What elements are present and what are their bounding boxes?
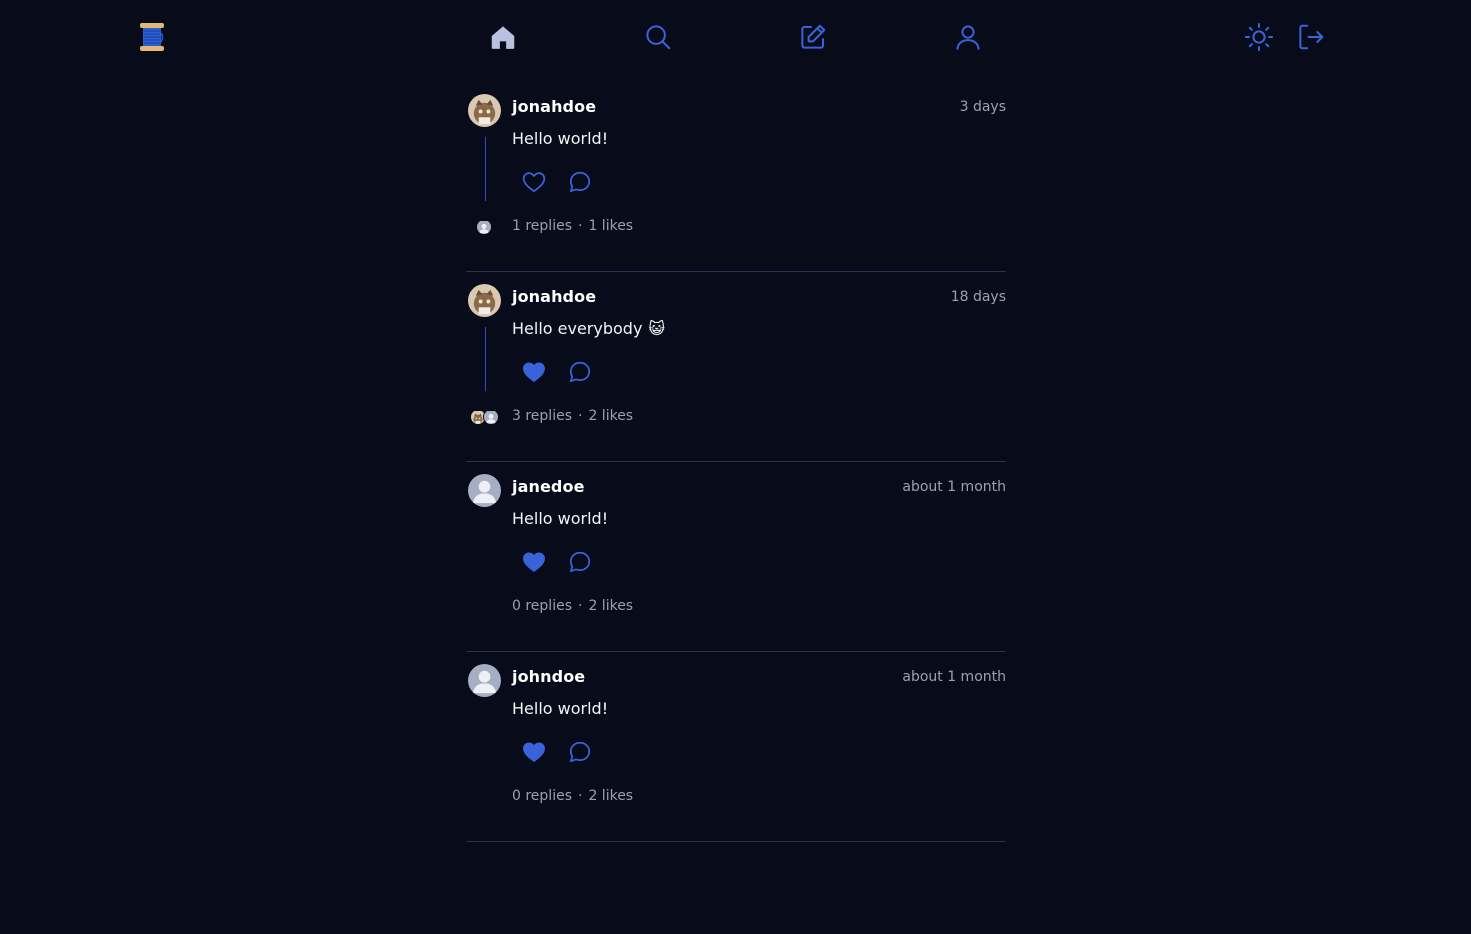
heart-filled-icon <box>523 552 545 572</box>
thread-spool-logo-icon[interactable] <box>139 21 165 53</box>
post-actions <box>521 169 593 195</box>
post-item[interactable]: janedoe about 1 month Hello world! 0 rep… <box>466 462 1006 652</box>
default-avatar-icon <box>477 221 491 234</box>
home-icon <box>491 26 515 49</box>
post-text-content: Hello world! <box>512 699 609 718</box>
default-avatar-icon <box>468 664 501 697</box>
nav-search-button[interactable] <box>641 20 675 54</box>
likes-count[interactable]: 2 likes <box>588 788 633 804</box>
cat-avatar-icon <box>468 94 501 127</box>
likes-count[interactable]: 1 likes <box>588 218 633 234</box>
default-avatar-icon <box>484 411 498 424</box>
avatar[interactable] <box>468 284 501 317</box>
emoji: 😺 <box>648 319 666 338</box>
post-text-content: Hello world! <box>512 509 609 528</box>
post-time: 18 days <box>950 289 1006 305</box>
post-item[interactable]: jonahdoe 3 days Hello world! 1 replies ·… <box>466 82 1006 272</box>
nav-profile-button[interactable] <box>951 20 985 54</box>
post-actions <box>521 359 593 385</box>
heart-filled-icon <box>523 362 545 382</box>
post-stats: 1 replies · 1 likes <box>512 218 633 234</box>
post-text: Hello world! <box>512 699 614 718</box>
replies-count[interactable]: 3 replies <box>512 408 572 424</box>
nav-create-button[interactable] <box>796 20 830 54</box>
likes-count[interactable]: 2 likes <box>588 598 633 614</box>
comment-icon <box>569 361 591 383</box>
cat-avatar-icon <box>468 284 501 317</box>
comment-button[interactable] <box>567 549 593 575</box>
heart-outline-icon <box>522 172 546 193</box>
user-icon <box>956 25 980 50</box>
stats-separator: · <box>578 408 583 424</box>
comment-button[interactable] <box>567 169 593 195</box>
stats-separator: · <box>578 598 583 614</box>
post-text: Hello everybody 😺 <box>512 319 665 338</box>
stats-separator: · <box>578 218 583 234</box>
like-button[interactable] <box>521 359 547 385</box>
logout-button[interactable] <box>1294 20 1328 54</box>
theme-toggle-button[interactable] <box>1242 20 1276 54</box>
edit-icon <box>801 24 826 49</box>
post-text: Hello world! <box>512 129 614 148</box>
post-username[interactable]: johndoe <box>512 667 585 686</box>
post-stats: 0 replies · 2 likes <box>512 598 633 614</box>
comment-icon <box>569 551 591 573</box>
reply-avatar <box>483 409 499 425</box>
post-actions <box>521 549 593 575</box>
post-text: Hello world! <box>512 509 614 528</box>
reply-avatars <box>476 217 492 237</box>
heart-filled-icon <box>523 742 545 762</box>
post-time: 3 days <box>959 99 1006 115</box>
comment-icon <box>569 741 591 763</box>
avatar[interactable] <box>468 664 501 697</box>
replies-count[interactable]: 0 replies <box>512 598 572 614</box>
post-stats: 0 replies · 2 likes <box>512 788 633 804</box>
app-root: jonahdoe 3 days Hello world! 1 replies ·… <box>0 0 1471 934</box>
post-time: about 1 month <box>902 669 1006 685</box>
like-button[interactable] <box>521 549 547 575</box>
avatar[interactable] <box>468 474 501 507</box>
post-username[interactable]: jonahdoe <box>512 97 596 116</box>
replies-count[interactable]: 1 replies <box>512 218 572 234</box>
post-item[interactable]: johndoe about 1 month Hello world! 0 rep… <box>466 652 1006 842</box>
post-time: about 1 month <box>902 479 1006 495</box>
search-icon <box>646 25 671 50</box>
post-item[interactable]: jonahdoe 18 days Hello everybody 😺 3 rep… <box>466 272 1006 462</box>
reply-avatar <box>476 219 492 235</box>
post-username[interactable]: janedoe <box>512 477 585 496</box>
comment-button[interactable] <box>567 739 593 765</box>
thread-line <box>485 327 486 391</box>
avatar[interactable] <box>468 94 501 127</box>
logout-icon <box>1299 24 1324 50</box>
nav-home-button[interactable] <box>486 20 520 54</box>
post-text-content: Hello everybody <box>512 319 643 338</box>
post-feed: jonahdoe 3 days Hello world! 1 replies ·… <box>466 82 1006 842</box>
like-button[interactable] <box>521 739 547 765</box>
sun-icon <box>1244 22 1274 52</box>
reply-avatars <box>470 407 499 427</box>
comment-button[interactable] <box>567 359 593 385</box>
comment-icon <box>569 171 591 193</box>
default-avatar-icon <box>468 474 501 507</box>
post-username[interactable]: jonahdoe <box>512 287 596 306</box>
post-actions <box>521 739 593 765</box>
post-stats: 3 replies · 2 likes <box>512 408 633 424</box>
stats-separator: · <box>578 788 583 804</box>
thread-line <box>485 137 486 201</box>
replies-count[interactable]: 0 replies <box>512 788 572 804</box>
post-text-content: Hello world! <box>512 129 609 148</box>
likes-count[interactable]: 2 likes <box>588 408 633 424</box>
like-button[interactable] <box>521 169 547 195</box>
